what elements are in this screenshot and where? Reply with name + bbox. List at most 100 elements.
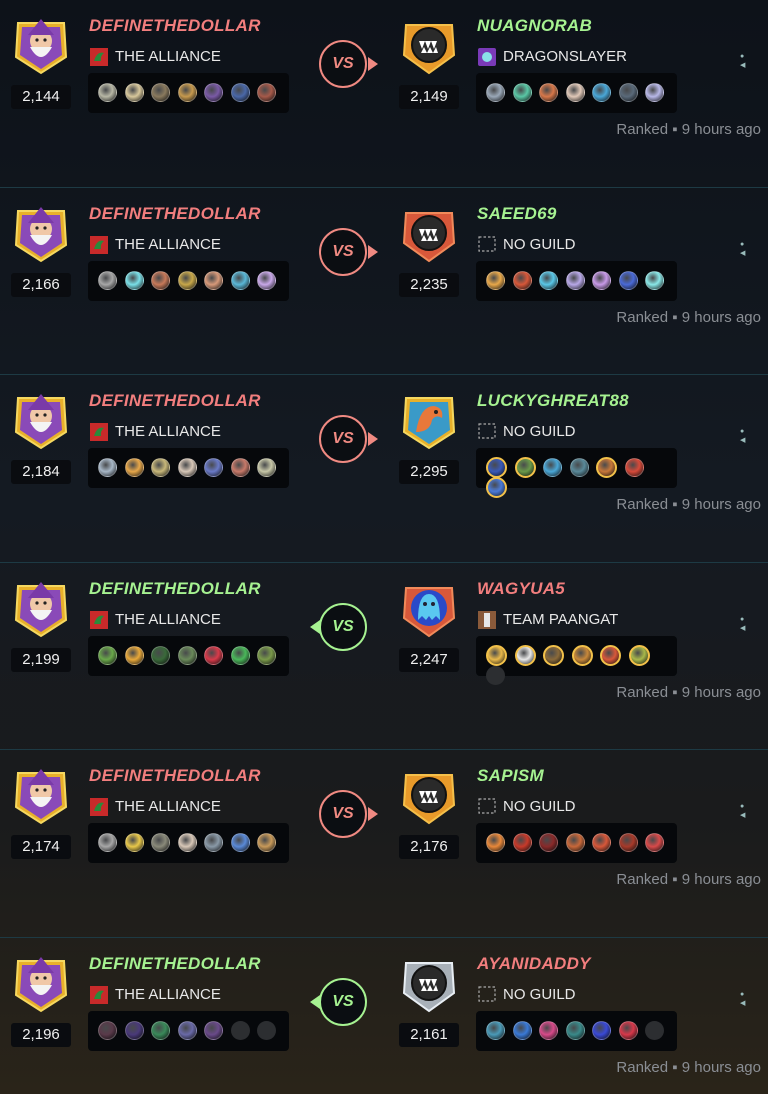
left-avatar[interactable] — [12, 17, 70, 75]
card-icon[interactable] — [204, 270, 223, 290]
card-icon[interactable] — [230, 833, 250, 852]
left-player-name[interactable]: DEFINETHEDOLLAR — [89, 391, 261, 411]
card-icon[interactable] — [618, 833, 638, 852]
card-icon[interactable] — [600, 644, 621, 666]
right-player-name[interactable]: LUCKYGHREAT88 — [477, 391, 629, 411]
card-icon[interactable] — [124, 645, 144, 665]
card-icon[interactable] — [124, 83, 144, 102]
left-guild[interactable]: THE ALLIANCE — [89, 235, 221, 255]
right-avatar[interactable] — [400, 955, 458, 1013]
right-player-name[interactable]: SAPISM — [477, 766, 544, 786]
card-icon[interactable] — [151, 645, 170, 665]
card-icon[interactable] — [645, 270, 664, 290]
battle-row[interactable]: 2,166 DEFINETHEDOLLAR THE ALLIANCE VS 2,235… — [0, 188, 768, 375]
card-icon[interactable] — [565, 1020, 585, 1040]
card-icon[interactable] — [512, 270, 532, 290]
card-icon[interactable] — [98, 458, 117, 477]
card-icon[interactable] — [486, 457, 507, 478]
share-icon[interactable]: ● ◀ — [740, 52, 748, 78]
right-avatar[interactable] — [400, 580, 458, 638]
card-icon[interactable] — [204, 833, 223, 852]
card-icon[interactable] — [204, 1020, 223, 1040]
card-icon[interactable] — [514, 644, 536, 666]
card-icon[interactable] — [565, 83, 585, 102]
right-avatar[interactable] — [400, 17, 458, 75]
left-avatar[interactable] — [12, 392, 70, 450]
card-icon[interactable] — [177, 645, 197, 665]
card-icon[interactable] — [124, 270, 144, 290]
card-icon[interactable] — [486, 1020, 505, 1040]
card-icon[interactable] — [543, 458, 562, 477]
share-icon[interactable]: ● ◀ — [740, 427, 748, 453]
card-icon[interactable] — [257, 458, 276, 477]
right-guild[interactable]: NO GUILD — [477, 235, 576, 255]
card-icon[interactable] — [592, 1020, 611, 1040]
right-player-name[interactable]: WAGYUA5 — [477, 579, 565, 599]
card-icon[interactable] — [645, 833, 664, 852]
card-icon[interactable] — [592, 270, 611, 290]
card-icon[interactable] — [565, 833, 585, 852]
left-player-name[interactable]: DEFINETHEDOLLAR — [89, 204, 261, 224]
card-icon[interactable] — [512, 833, 532, 852]
right-player-name[interactable]: SAEED69 — [477, 204, 557, 224]
card-icon[interactable] — [539, 1020, 558, 1040]
card-icon[interactable] — [486, 83, 505, 102]
card-icon[interactable] — [592, 83, 611, 102]
share-icon[interactable]: ● ◀ — [740, 240, 748, 266]
left-player-name[interactable]: DEFINETHEDOLLAR — [89, 954, 261, 974]
card-icon[interactable] — [514, 457, 536, 478]
left-guild[interactable]: THE ALLIANCE — [89, 985, 221, 1005]
card-icon[interactable] — [257, 83, 276, 102]
left-avatar[interactable] — [12, 580, 70, 638]
card-icon[interactable] — [486, 477, 507, 498]
card-icon[interactable] — [628, 644, 650, 666]
card-icon[interactable] — [151, 1020, 170, 1040]
card-icon[interactable] — [177, 833, 197, 852]
card-icon[interactable] — [539, 83, 558, 102]
left-player-name[interactable]: DEFINETHEDOLLAR — [89, 766, 261, 786]
share-icon[interactable]: ● ◀ — [740, 990, 748, 1016]
card-icon[interactable] — [486, 270, 505, 290]
card-icon[interactable] — [230, 270, 250, 290]
right-avatar[interactable] — [400, 205, 458, 263]
card-icon[interactable] — [618, 1020, 638, 1040]
card-icon[interactable] — [204, 83, 223, 102]
card-icon[interactable] — [177, 83, 197, 102]
right-guild[interactable]: NO GUILD — [477, 797, 576, 817]
card-icon[interactable] — [486, 644, 507, 666]
right-guild[interactable]: NO GUILD — [477, 985, 576, 1005]
card-icon[interactable] — [539, 833, 558, 852]
card-icon[interactable] — [624, 458, 644, 477]
card-icon[interactable] — [98, 1020, 117, 1040]
left-guild[interactable]: THE ALLIANCE — [89, 422, 221, 442]
card-icon[interactable] — [151, 833, 170, 852]
left-guild[interactable]: THE ALLIANCE — [89, 797, 221, 817]
card-icon[interactable] — [124, 458, 144, 477]
right-guild[interactable]: NO GUILD — [477, 422, 576, 442]
right-avatar[interactable] — [400, 767, 458, 825]
left-player-name[interactable]: DEFINETHEDOLLAR — [89, 579, 261, 599]
card-icon[interactable] — [98, 833, 117, 852]
card-icon[interactable] — [151, 83, 170, 102]
card-icon[interactable] — [124, 833, 144, 852]
card-icon[interactable] — [565, 270, 585, 290]
card-icon[interactable] — [204, 645, 223, 665]
card-icon[interactable] — [512, 83, 532, 102]
left-avatar[interactable] — [12, 767, 70, 825]
left-player-name[interactable]: DEFINETHEDOLLAR — [89, 16, 261, 36]
share-icon[interactable]: ● ◀ — [740, 615, 748, 641]
card-icon[interactable] — [592, 833, 611, 852]
battle-row[interactable]: 2,184 DEFINETHEDOLLAR THE ALLIANCE VS 2,295… — [0, 375, 768, 563]
battle-row[interactable]: 2,196 DEFINETHEDOLLAR THE ALLIANCE VS 2,161… — [0, 938, 768, 1094]
card-icon[interactable] — [230, 645, 250, 665]
card-icon[interactable] — [124, 1020, 144, 1040]
card-icon[interactable] — [486, 833, 505, 852]
card-icon[interactable] — [645, 83, 664, 102]
card-icon[interactable] — [98, 270, 117, 290]
card-icon[interactable] — [618, 270, 638, 290]
battle-row[interactable]: 2,174 DEFINETHEDOLLAR THE ALLIANCE VS 2,176… — [0, 750, 768, 938]
card-icon[interactable] — [177, 1020, 197, 1040]
card-icon[interactable] — [177, 270, 197, 290]
card-icon[interactable] — [257, 833, 276, 852]
card-icon[interactable] — [98, 83, 117, 102]
